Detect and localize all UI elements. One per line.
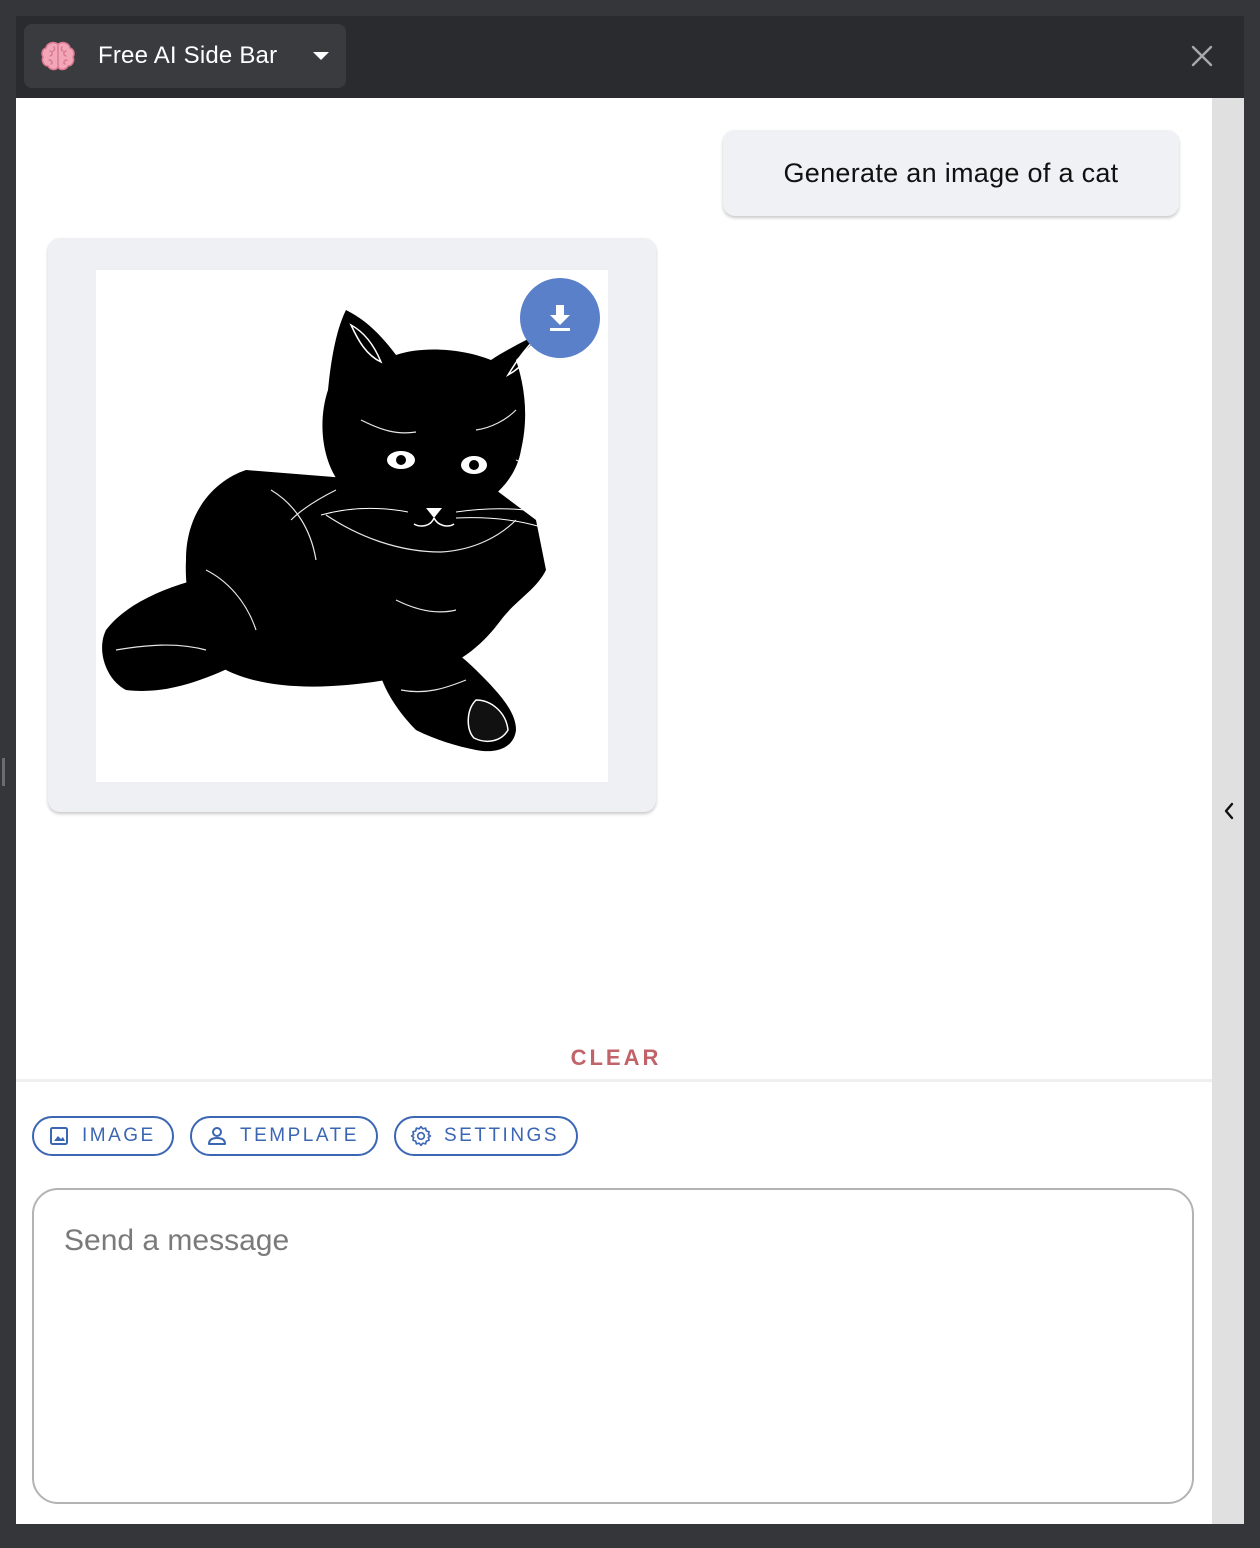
collapse-button[interactable] — [1219, 799, 1239, 823]
app-title: Free AI Side Bar — [98, 42, 278, 69]
user-message-bubble: Generate an image of a cat — [723, 130, 1179, 216]
image-icon — [48, 1125, 70, 1147]
settings-chip-label: SETTINGS — [444, 1125, 560, 1146]
cat-illustration — [102, 310, 585, 752]
close-button[interactable] — [1184, 38, 1220, 74]
window-resize-handle[interactable] — [2, 758, 5, 786]
image-chip-label: IMAGE — [82, 1125, 156, 1146]
brain-icon — [38, 36, 78, 76]
gear-icon — [410, 1125, 432, 1147]
download-icon — [550, 305, 570, 331]
download-button[interactable] — [520, 278, 600, 358]
title-bar: Free AI Side Bar — [16, 16, 1244, 98]
settings-chip-button[interactable]: SETTINGS — [394, 1116, 578, 1156]
message-input[interactable] — [32, 1188, 1194, 1504]
close-icon — [1191, 45, 1213, 67]
person-icon — [206, 1125, 228, 1147]
template-chip-label: TEMPLATE — [240, 1125, 359, 1146]
caret-down-icon — [313, 52, 329, 60]
divider — [16, 1079, 1212, 1082]
chevron-left-icon — [1224, 802, 1234, 820]
template-chip-button[interactable]: TEMPLATE — [190, 1116, 378, 1156]
generated-image-card — [48, 238, 656, 812]
sidebar-window: Free AI Side Bar Generate an image of a … — [16, 16, 1244, 1524]
generated-cat-image — [96, 270, 608, 782]
app-selector-dropdown[interactable]: Free AI Side Bar — [24, 24, 346, 88]
user-message-text: Generate an image of a cat — [783, 157, 1119, 188]
clear-button[interactable]: CLEAR — [536, 1038, 696, 1078]
image-chip-button[interactable]: IMAGE — [32, 1116, 174, 1156]
